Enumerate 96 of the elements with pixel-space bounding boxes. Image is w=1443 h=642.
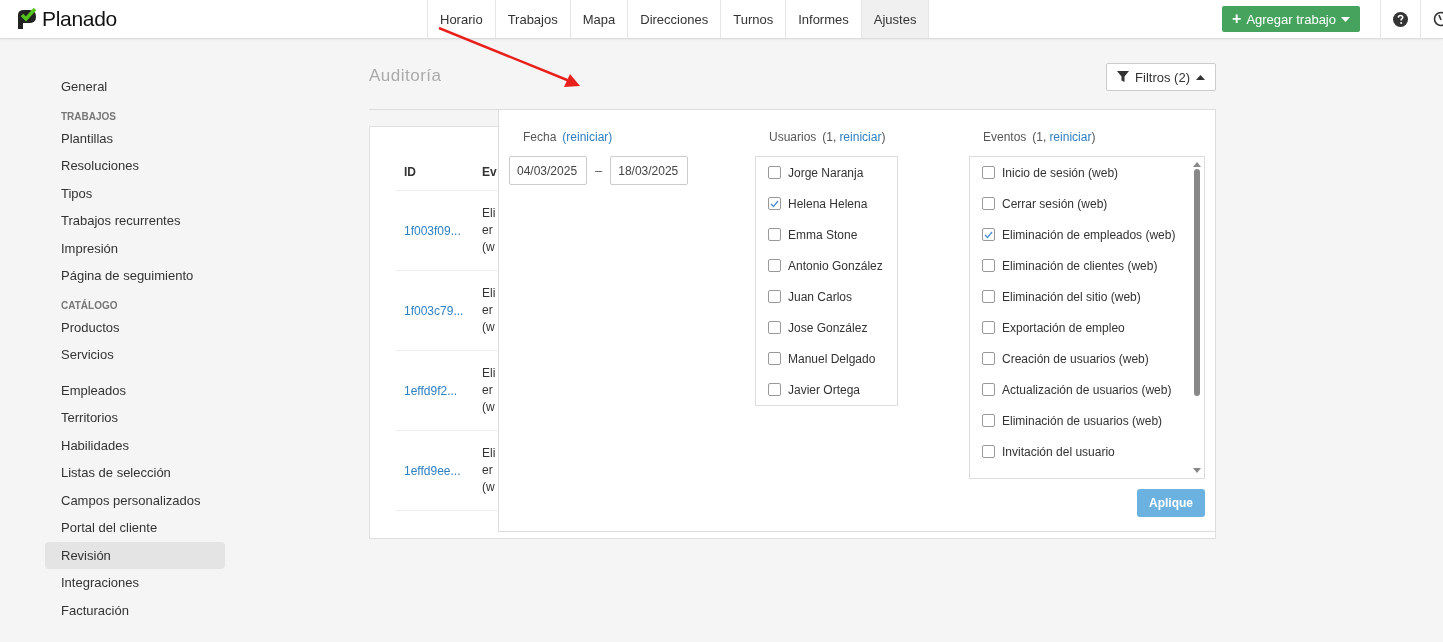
sidebar-item[interactable]: Impresión — [45, 234, 225, 262]
checkbox[interactable] — [982, 321, 995, 334]
checkbox[interactable] — [768, 383, 781, 396]
filter-label: Fecha — [523, 130, 557, 144]
checkbox[interactable] — [982, 166, 995, 179]
option-label: Antonio González — [788, 258, 883, 273]
sidebar-item[interactable]: Empleados — [45, 376, 225, 404]
option-label: Eliminación de clientes (web) — [1002, 258, 1158, 273]
nav-tab[interactable]: Horario — [428, 0, 496, 38]
checkbox[interactable] — [768, 166, 781, 179]
sidebar-item[interactable]: Facturación — [45, 596, 225, 624]
sidebar-item[interactable]: Servicios — [45, 341, 225, 369]
option-label: Emma Stone — [788, 227, 858, 242]
id-link[interactable]: 1effd9ee... — [404, 463, 461, 478]
date-separator: – — [595, 163, 603, 178]
checkbox[interactable] — [768, 290, 781, 303]
page-title: Auditoría — [369, 66, 442, 86]
sidebar-item[interactable]: Página de seguimiento — [45, 262, 225, 290]
id-link[interactable]: 1f003f09... — [404, 223, 461, 238]
sidebar-item[interactable]: Tipos — [45, 179, 225, 207]
nav-tab[interactable]: Direcciones — [628, 0, 722, 38]
checkbox[interactable] — [982, 383, 995, 396]
option-label: Exportación de empleo — [1002, 320, 1125, 335]
reset-link[interactable]: reiniciar — [839, 130, 882, 144]
caret-down-icon — [1341, 16, 1350, 22]
event-text: Eli er (w — [482, 205, 496, 256]
sidebar-heading: CATÁLOGO — [60, 298, 119, 313]
checkbox[interactable] — [768, 228, 781, 241]
event-text: Eli er (w — [482, 285, 496, 336]
option-label: Cerrar sesión (web) — [1002, 196, 1108, 211]
checkbox[interactable] — [982, 414, 995, 427]
checkbox[interactable] — [768, 259, 781, 272]
sidebar-item[interactable]: Habilidades — [45, 431, 225, 459]
checkbox[interactable] — [768, 352, 781, 365]
sidebar-item[interactable]: Portal del cliente — [45, 514, 225, 542]
event-text: Eli er (w — [482, 445, 496, 496]
reset-link[interactable]: (reiniciar) — [562, 130, 613, 144]
option-label: Invitación del usuario — [1002, 444, 1115, 459]
filter-label: Eventos — [983, 130, 1027, 144]
filter-count: (1, — [1032, 130, 1047, 144]
option-label: Inicio de sesión (web) — [1002, 165, 1119, 180]
filters-button[interactable]: Filtros (2) — [1106, 63, 1216, 91]
clock-icon[interactable] — [1433, 11, 1443, 27]
option-label: Juan Carlos — [788, 289, 853, 304]
checkbox[interactable] — [982, 197, 995, 210]
date-from-field[interactable]: 04/03/2025 — [509, 156, 587, 185]
filter-count: (1, — [822, 130, 837, 144]
sidebar-item[interactable]: Listas de selección — [45, 459, 225, 487]
checkbox[interactable] — [768, 197, 781, 210]
sidebar-heading: TRABAJOS — [60, 109, 117, 124]
checkbox[interactable] — [982, 352, 995, 365]
reset-link[interactable]: reiniciar — [1049, 130, 1092, 144]
column-header: ID — [396, 157, 474, 191]
id-link[interactable]: 1effd9f2... — [404, 383, 458, 398]
logo-icon — [16, 7, 38, 31]
nav-tab[interactable]: Turnos — [721, 0, 787, 38]
option-label: Actualización de usuarios (web) — [1002, 382, 1172, 397]
option-label: Javier Ortega — [788, 382, 861, 397]
date-to-field[interactable]: 18/03/2025 — [610, 156, 689, 185]
option-label: Jorge Naranja — [788, 165, 864, 180]
option-label: Creación de usuarios (web) — [1002, 351, 1149, 366]
sidebar-item[interactable]: Integraciones — [45, 569, 225, 597]
sidebar-item[interactable]: Campos personalizados — [45, 486, 225, 514]
scroll-down-icon[interactable] — [1193, 468, 1201, 473]
filter-count-end: ) — [881, 130, 886, 144]
checkbox[interactable] — [982, 259, 995, 272]
nav-tab[interactable]: Informes — [786, 0, 862, 38]
nav-tab[interactable]: Ajustes — [861, 0, 930, 38]
scroll-up-icon[interactable] — [1193, 162, 1201, 167]
checkbox[interactable] — [768, 321, 781, 334]
sidebar-item[interactable]: Revisión — [45, 541, 225, 569]
logo-text: Planado — [42, 7, 117, 31]
checkbox[interactable] — [982, 228, 995, 241]
filter-label: Usuarios — [769, 130, 817, 144]
option-label: Eliminación de empleados (web) — [1002, 227, 1176, 242]
caret-up-icon — [1196, 74, 1205, 80]
option-label: Eliminación del sitio (web) — [1002, 289, 1141, 304]
sidebar-item[interactable]: General — [45, 73, 225, 101]
option-label: Eliminación de usuarios (web) — [1002, 413, 1163, 428]
option-label: Jose González — [788, 320, 868, 335]
option-label: Helena Helena — [788, 196, 868, 211]
checkbox[interactable] — [982, 290, 995, 303]
id-link[interactable]: 1f003c79... — [404, 303, 464, 318]
nav-tab[interactable]: Mapa — [570, 0, 629, 38]
checkbox[interactable] — [982, 445, 995, 458]
sidebar-item[interactable]: Resoluciones — [45, 152, 225, 180]
nav-tab[interactable]: Trabajos — [495, 0, 571, 38]
help-icon[interactable] — [1393, 11, 1408, 27]
filter-count-end: ) — [1091, 130, 1096, 144]
option-label: Manuel Delgado — [788, 351, 876, 366]
sidebar-item[interactable]: Productos — [45, 313, 225, 341]
event-text: Eli er (w — [482, 365, 496, 416]
sidebar-item[interactable]: Plantillas — [45, 124, 225, 152]
sidebar-item[interactable]: Territorios — [45, 404, 225, 432]
sidebar-item[interactable]: Trabajos recurrentes — [45, 207, 225, 235]
filter-icon — [1117, 71, 1130, 83]
